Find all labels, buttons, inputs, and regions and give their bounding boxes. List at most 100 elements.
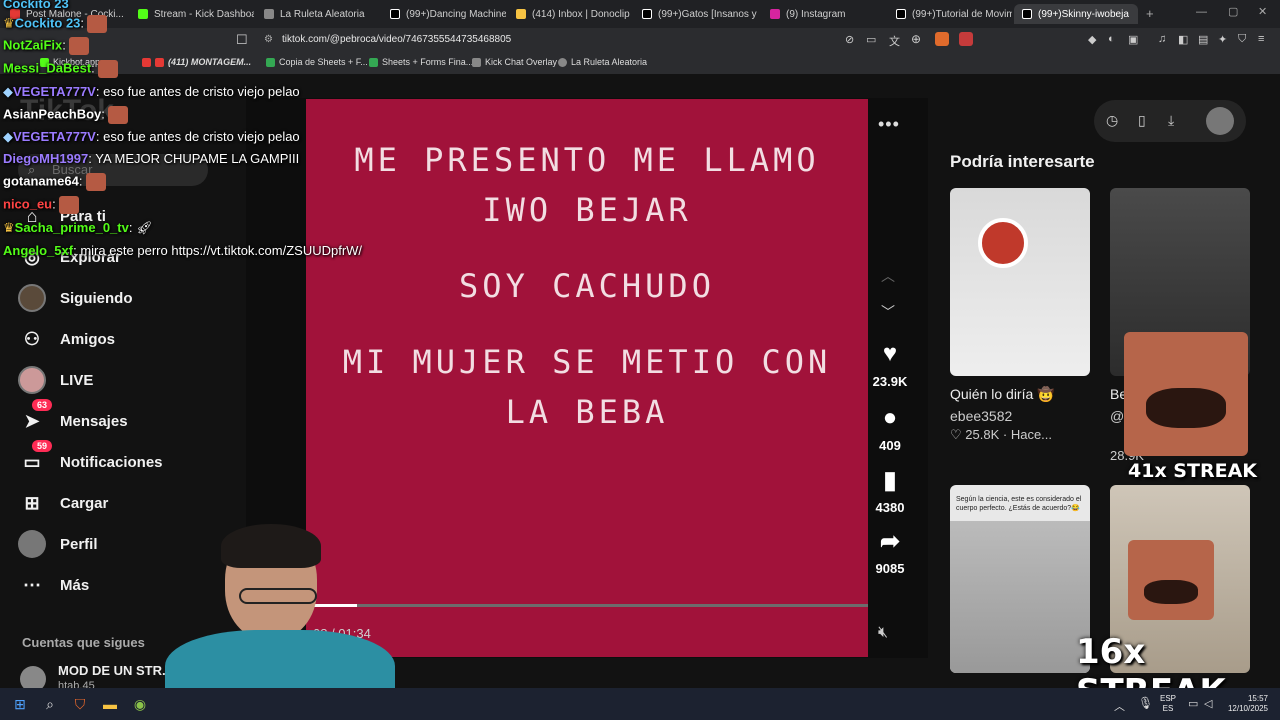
clock[interactable]: 15:57 12/10/2025: [1224, 694, 1268, 714]
download-icon[interactable]: ⤓: [1168, 112, 1174, 129]
sidebar-item-profile[interactable]: Perfil: [18, 530, 98, 558]
bookmark-icon: ▮: [883, 466, 897, 494]
app-icon[interactable]: ◉: [130, 694, 150, 714]
tab-favicon-icon: [138, 9, 148, 19]
chat-message: DiegoMH1997: YA MEJOR CHUPAME LA GAMPIII: [3, 151, 300, 166]
windows-taskbar: [0, 688, 1280, 720]
volume-icon[interactable]: ◁: [1204, 697, 1212, 710]
clock-icon[interactable]: ◷: [1106, 112, 1118, 129]
network-icon[interactable]: ▭: [1188, 697, 1198, 710]
messages-icon: ➤ 63: [18, 399, 53, 435]
language-indicator[interactable]: ESP ES: [1160, 694, 1176, 714]
more-options-icon[interactable]: •••: [878, 114, 900, 135]
microphone-icon[interactable]: 🎙︎: [1138, 696, 1153, 710]
tiktok-icon: [390, 9, 400, 19]
video-text-line: IWO BEJAR: [482, 191, 692, 229]
sidebar-item-notifications[interactable]: ▭ 59 Notificaciones: [18, 440, 163, 476]
emote-icon: [87, 15, 108, 33]
emote-icon: [68, 37, 89, 55]
bookmark-item[interactable]: La Ruleta Aleatoria: [558, 57, 647, 67]
chevron-up-icon[interactable]: ︿: [1114, 698, 1125, 714]
browser-tab[interactable]: (99+)Gatos [Insanos y Me: [634, 4, 758, 24]
cast-icon[interactable]: ▭: [866, 33, 876, 46]
zoom-icon[interactable]: ⊕: [911, 32, 921, 46]
wallet-icon[interactable]: ▤: [1198, 33, 1208, 46]
media-icon[interactable]: ♫: [1158, 33, 1166, 45]
sidebar-item-messages[interactable]: ➤ 63 Mensajes: [18, 399, 128, 435]
extension-icon[interactable]: ◐: [1108, 33, 1115, 45]
upload-icon: ⊞: [24, 492, 40, 513]
chat-message: Cockito 23: [3, 0, 69, 11]
phone-icon[interactable]: ▯: [1138, 112, 1146, 129]
browser-tab-bar: Post Malone - Cocki... Stream - Kick Das…: [0, 0, 1280, 28]
comment-icon: ●: [882, 404, 898, 431]
browser-tab-active[interactable]: (99+)Skinny-iwobeja✕: [1014, 4, 1138, 24]
extension-icon[interactable]: ▣: [1128, 33, 1138, 46]
sidebar-toggle-icon[interactable]: ◧: [1178, 33, 1188, 46]
share-arrow-icon: ➦: [879, 527, 901, 555]
related-caption[interactable]: Quién lo diría 🤠: [950, 386, 1055, 403]
translate-icon[interactable]: 文: [889, 33, 900, 49]
bookmark-icon[interactable]: ☐: [236, 32, 248, 48]
sidebar-item-more[interactable]: ⋯ Más: [18, 571, 89, 599]
glasses-icon: [239, 588, 317, 604]
sidebar-item-friends[interactable]: ⚇ Amigos: [18, 325, 115, 353]
brave-shield-icon[interactable]: [935, 32, 949, 46]
minimize-icon[interactable]: —: [1196, 6, 1207, 18]
brave-rewards-icon[interactable]: [959, 32, 973, 46]
following-avatar-icon: [18, 284, 46, 312]
search-icon[interactable]: ⌕: [40, 694, 60, 714]
bookmark-favicon-icon: [472, 57, 481, 67]
browser-tab[interactable]: (414) Inbox | Donoclip: [508, 4, 632, 24]
comment-button[interactable]: ● 409: [872, 402, 908, 453]
bookmark-item[interactable]: Sheets + Forms Fina...: [369, 57, 473, 67]
sidebar-item-live[interactable]: LIVE: [18, 366, 93, 394]
streamer-hair: [221, 524, 321, 568]
heart-icon: ♡: [950, 427, 966, 442]
live-icon: [18, 366, 46, 394]
browser-tab[interactable]: La Ruleta Aleatoria: [256, 4, 380, 24]
diamond-icon: ◆: [3, 129, 13, 144]
browser-tab[interactable]: (99+)Dancing Machine: M: [382, 4, 506, 24]
browser-tab[interactable]: (9) Instagram: [762, 4, 886, 24]
tab-favicon-icon: [264, 9, 274, 19]
bookmark-item[interactable]: (411) MONTAGEM...: [142, 57, 251, 67]
save-button[interactable]: ▮ 4380: [872, 464, 908, 516]
brave-icon[interactable]: ⛉: [70, 694, 90, 714]
like-button[interactable]: ♥ 23.9K: [872, 338, 908, 389]
avatar[interactable]: [1206, 107, 1234, 135]
extension-icon[interactable]: ◆: [1088, 33, 1096, 46]
browser-tab[interactable]: Stream - Kick Dashboard: [130, 4, 254, 24]
following-header: Cuentas que sigues: [22, 635, 145, 650]
related-thumbnail[interactable]: Según la ciencia, este es considerado el…: [950, 485, 1090, 673]
menu-icon[interactable]: ≡: [1258, 33, 1264, 45]
new-tab-icon[interactable]: +: [1146, 6, 1154, 21]
reader-mode-icon[interactable]: ⊘: [845, 33, 854, 46]
vpn-icon[interactable]: ⛉: [1238, 33, 1246, 46]
bookmark-item[interactable]: Kick Chat Overlay: [472, 57, 557, 67]
notifications-icon: ▭ 59: [18, 440, 53, 476]
bookmark-item[interactable]: Copia de Sheets + F...: [266, 57, 368, 67]
windows-start-icon[interactable]: ⊞: [10, 694, 30, 714]
close-window-icon[interactable]: ✕: [1258, 5, 1267, 18]
site-info-icon[interactable]: ⚙: [264, 31, 273, 49]
related-user[interactable]: ebee3582: [950, 408, 1012, 424]
chat-message: Messi_DaBest:: [3, 60, 118, 78]
chevron-down-icon[interactable]: ﹀: [881, 302, 895, 322]
leo-icon[interactable]: ✦: [1218, 33, 1227, 46]
friends-icon: ⚇: [23, 328, 41, 349]
sidebar-item-following[interactable]: Siguiendo: [18, 284, 133, 312]
volume-icon[interactable]: 🔇︎: [878, 624, 888, 642]
browser-tab[interactable]: (99+)Tutorial de Movimien: [888, 4, 1012, 24]
sidebar-item-upload[interactable]: ⊞ Cargar: [18, 489, 108, 517]
emote-overlay: [1124, 332, 1248, 456]
file-explorer-icon[interactable]: ▬: [100, 694, 120, 714]
share-button[interactable]: ➦ 9085: [872, 525, 908, 577]
related-thumbnail[interactable]: [950, 188, 1090, 376]
video-text-line: LA BEBA: [505, 393, 669, 431]
maximize-icon[interactable]: ▢: [1228, 5, 1238, 18]
tiktok-icon: [1022, 9, 1032, 19]
emote-overlay: [1128, 540, 1214, 620]
chat-message: AsianPeachBoy:: [3, 106, 128, 124]
chevron-up-icon[interactable]: ︿: [881, 266, 895, 286]
